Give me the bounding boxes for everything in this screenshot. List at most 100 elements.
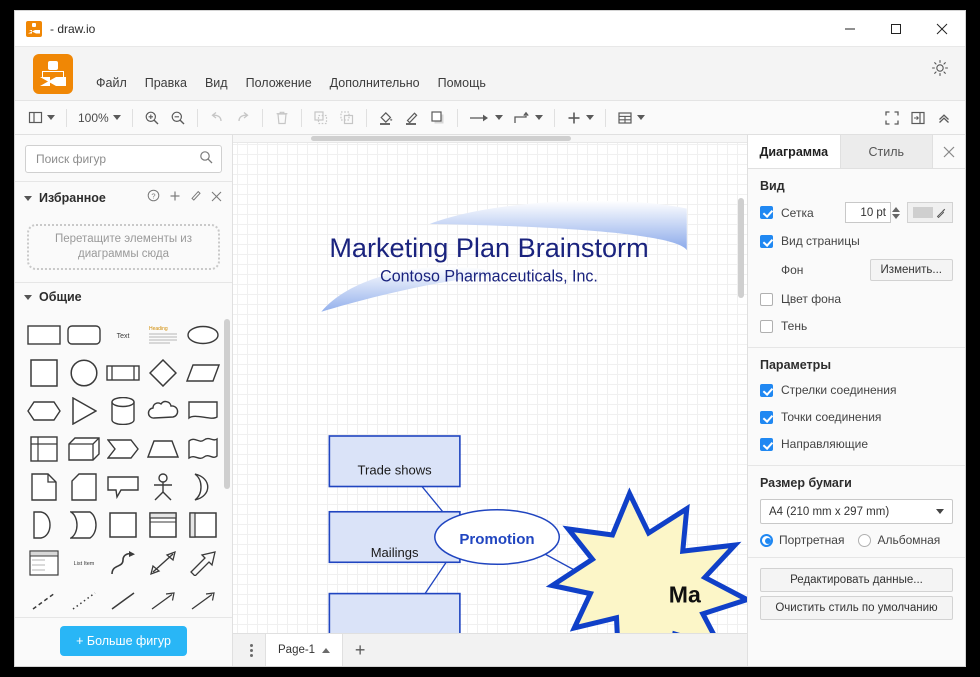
shape-curve[interactable] <box>105 547 143 579</box>
shape-square[interactable] <box>25 357 63 389</box>
menu-item-arrange[interactable]: Положение <box>237 73 321 93</box>
shapes-scrollbar[interactable] <box>224 319 230 489</box>
shape-cylinder[interactable] <box>105 395 143 427</box>
connection-arrow-icon[interactable] <box>464 105 508 131</box>
shape-data-storage[interactable] <box>65 509 103 541</box>
close-icon[interactable] <box>933 135 965 168</box>
search-input[interactable] <box>34 151 199 167</box>
search-icon[interactable] <box>199 150 213 169</box>
shape-or[interactable] <box>184 471 222 503</box>
menu-item-help[interactable]: Помощь <box>429 73 495 93</box>
menu-item-edit[interactable]: Правка <box>136 73 196 93</box>
shape-dashed-line[interactable] <box>25 585 63 617</box>
collapse-icon[interactable] <box>931 105 957 131</box>
shape-list[interactable] <box>25 547 63 579</box>
general-section-header[interactable]: Общие <box>15 282 232 311</box>
shape-cube[interactable] <box>65 433 103 465</box>
page-view-checkbox[interactable] <box>760 234 773 248</box>
shape-rectangle[interactable] <box>25 319 63 351</box>
shape-rounded-rectangle[interactable] <box>65 319 103 351</box>
shape-cloud[interactable] <box>144 395 182 427</box>
search-shapes-box[interactable] <box>25 145 222 173</box>
shape-horizontal-container[interactable] <box>184 509 222 541</box>
zoom-level-button[interactable]: 100% <box>73 105 126 131</box>
portrait-radio[interactable] <box>760 533 773 547</box>
shape-list-item[interactable]: List Item <box>65 547 103 579</box>
chevron-up-icon[interactable] <box>322 647 331 653</box>
diagram-canvas[interactable]: Marketing Plan Brainstorm Contoso Pharma… <box>233 143 747 633</box>
fullscreen-icon[interactable] <box>879 105 905 131</box>
shape-ellipse[interactable] <box>184 319 222 351</box>
shape-connector[interactable] <box>184 585 222 617</box>
kebab-menu-icon[interactable] <box>237 643 265 657</box>
to-front-icon[interactable] <box>308 105 334 131</box>
favorites-section-header[interactable]: Избранное ? <box>15 181 232 214</box>
panel-layout-icon[interactable] <box>23 105 60 131</box>
delete-icon[interactable] <box>269 105 295 131</box>
fill-color-icon[interactable] <box>373 105 399 131</box>
shape-line[interactable] <box>105 585 143 617</box>
shape-document[interactable] <box>184 395 222 427</box>
shape-bidirectional-arrow[interactable] <box>144 547 182 579</box>
grid-size-input[interactable]: 10 pt <box>845 202 891 223</box>
grid-size-stepper[interactable] <box>892 206 900 219</box>
grid-checkbox[interactable] <box>760 206 773 219</box>
shape-trapezoid[interactable] <box>144 433 182 465</box>
vertical-scrollbar[interactable] <box>738 198 744 298</box>
table-icon[interactable] <box>612 105 650 131</box>
paper-size-select[interactable]: A4 (210 mm x 297 mm) <box>760 499 953 524</box>
page-tab-page-1[interactable]: Page-1 <box>265 633 344 666</box>
shape-directional-connector[interactable] <box>144 585 182 617</box>
format-panel-icon[interactable] <box>905 105 931 131</box>
shape-internal-storage[interactable] <box>25 433 63 465</box>
more-shapes-button[interactable]: + Больше фигур <box>60 626 187 656</box>
landscape-radio[interactable] <box>858 533 872 547</box>
close-icon[interactable] <box>211 189 222 207</box>
shape-callout[interactable] <box>105 471 143 503</box>
clear-default-style-button[interactable]: Очистить стиль по умолчанию <box>760 596 953 620</box>
shadow-icon[interactable] <box>425 105 451 131</box>
background-color-checkbox[interactable] <box>760 292 773 306</box>
stepper-down-icon[interactable] <box>892 213 900 219</box>
shape-process[interactable] <box>105 357 143 389</box>
favorites-dropzone[interactable]: Перетащите элементы из диаграммы сюда <box>27 224 220 270</box>
background-change-button[interactable]: Изменить... <box>869 259 953 281</box>
shape-arrow[interactable] <box>184 547 222 579</box>
waypoints-icon[interactable] <box>508 105 548 131</box>
shape-tape[interactable] <box>184 433 222 465</box>
shape-vertical-container[interactable] <box>144 509 182 541</box>
shape-textbox[interactable]: Heading <box>144 319 182 351</box>
guides-checkbox[interactable] <box>760 437 773 451</box>
stepper-up-icon[interactable] <box>892 206 900 212</box>
shape-and[interactable] <box>25 509 63 541</box>
shape-note[interactable] <box>25 471 63 503</box>
minimize-icon[interactable] <box>827 11 873 46</box>
horizontal-scrollbar[interactable] <box>311 136 571 141</box>
add-page-button[interactable]: + <box>343 634 377 667</box>
to-back-icon[interactable] <box>334 105 360 131</box>
insert-icon[interactable] <box>561 105 599 131</box>
sun-icon[interactable] <box>931 59 949 77</box>
zoom-in-icon[interactable] <box>139 105 165 131</box>
undo-icon[interactable] <box>204 105 230 131</box>
tab-diagram[interactable]: Диаграмма <box>748 135 841 168</box>
shadow-checkbox[interactable] <box>760 319 773 333</box>
line-color-icon[interactable] <box>399 105 425 131</box>
shape-text[interactable]: Text <box>105 319 143 351</box>
shape-triangle[interactable] <box>65 395 103 427</box>
shape-card[interactable] <box>65 471 103 503</box>
menu-item-view[interactable]: Вид <box>196 73 237 93</box>
shape-step[interactable] <box>105 433 143 465</box>
shape-actor[interactable] <box>144 471 182 503</box>
menu-item-file[interactable]: Файл <box>87 73 136 93</box>
plus-icon[interactable] <box>169 189 181 207</box>
tab-style[interactable]: Стиль <box>840 135 933 168</box>
shape-dotted-line[interactable] <box>65 585 103 617</box>
help-icon[interactable]: ? <box>147 189 160 207</box>
shape-parallelogram[interactable] <box>184 357 222 389</box>
grid-color-button[interactable] <box>907 202 953 223</box>
shape-circle[interactable] <box>65 357 103 389</box>
redo-icon[interactable] <box>230 105 256 131</box>
connection-arrows-checkbox[interactable] <box>760 383 773 397</box>
edit-data-button[interactable]: Редактировать данные... <box>760 568 953 592</box>
